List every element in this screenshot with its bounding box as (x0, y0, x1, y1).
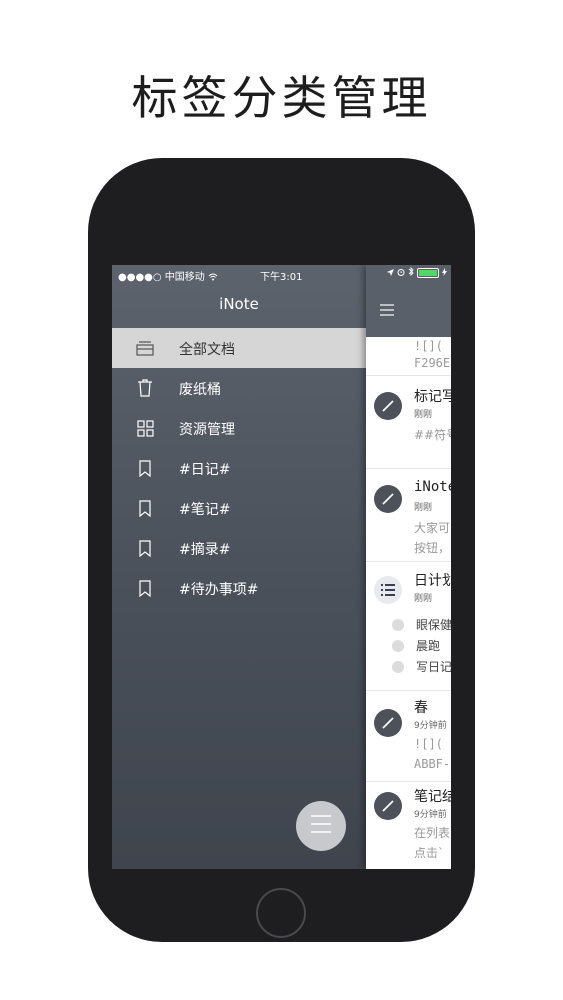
note-title: 日计划 (414, 573, 451, 589)
sidebar-item-all-docs[interactable]: 全部文档 (112, 328, 366, 368)
checkbox[interactable] (392, 639, 404, 652)
list-item[interactable]: 标记写 刚刚 ##符号 (366, 376, 451, 469)
sidebar-item-tag-excerpts[interactable]: #摘录# (112, 528, 366, 568)
home-button[interactable] (256, 888, 306, 938)
battery-icon (417, 268, 439, 278)
list-item[interactable]: ![]( F296E (366, 337, 451, 376)
sidebar-item-label: 废纸桶 (179, 382, 221, 398)
status-time: 下午3:01 (260, 272, 303, 283)
trash-icon (136, 379, 154, 397)
checklist-icon (374, 576, 402, 604)
checklist-item[interactable]: 眼保健 (392, 616, 451, 633)
checkbox[interactable] (392, 618, 404, 631)
bookmark-icon (136, 539, 154, 557)
sidebar-item-tag-todo[interactable]: #待办事项# (112, 568, 366, 608)
alarm-icon (397, 268, 405, 279)
note-time: 刚刚 (414, 503, 433, 513)
list-item[interactable]: iNote 刚刚 大家可 按钮， (366, 469, 451, 562)
tray-icon (136, 339, 154, 357)
note-title: 春 (414, 700, 428, 716)
app-title: iNote (219, 295, 259, 313)
sidebar-item-label: #摘录# (179, 542, 231, 558)
menu-lines-icon (310, 814, 332, 838)
checklist-item[interactable]: 写日记 (392, 658, 451, 675)
note-snippet: 按钮， (414, 541, 451, 555)
pencil-icon (374, 485, 402, 513)
note-time: 9分钟前 (414, 810, 447, 820)
note-snippet: 大家可 (414, 521, 451, 535)
note-title: iNote (414, 479, 451, 495)
location-icon (387, 268, 394, 279)
menu-fab-button[interactable] (296, 801, 346, 851)
note-snippet: 在列表 (414, 826, 451, 840)
note-snippet: F296E (414, 356, 451, 370)
bookmark-icon (136, 579, 154, 597)
note-snippet: ABBF- (414, 757, 451, 771)
note-snippet: ![]( (414, 737, 443, 751)
charging-icon (442, 267, 447, 279)
checklist-item[interactable]: 晨跑 (392, 637, 440, 654)
carrier-signal: ●●●●○ 中国移动 (118, 268, 218, 283)
page-headline: 标签分类管理 (131, 71, 432, 125)
notes-pane[interactable]: ![]( F296E 标记写 刚刚 ##符号 iNote 刚刚 大家可 (366, 265, 451, 869)
phone-screen: ●●●●○ 中国移动 下午3:01 iNote 全部文档 废纸桶 资源管理 #日… (112, 265, 451, 869)
note-title: 笔记结 (414, 789, 451, 805)
note-time: 刚刚 (414, 594, 433, 604)
note-snippet: ##符号 (414, 428, 451, 442)
grid-icon (136, 419, 154, 437)
sidebar-menu: 全部文档 废纸桶 资源管理 #日记# #笔记# #摘录# #待办事项# (112, 328, 366, 608)
sidebar-item-label: 资源管理 (179, 422, 235, 438)
list-item[interactable]: 日计划 刚刚 眼保健 晨跑 写日记 (366, 562, 451, 691)
note-title: 标记写 (414, 389, 451, 405)
sidebar-item-tag-diary[interactable]: #日记# (112, 448, 366, 488)
sidebar: iNote 全部文档 废纸桶 资源管理 #日记# #笔记# #摘录# #待办事项… (112, 265, 366, 869)
list-item[interactable]: 春 9分钟前 ![]( ABBF- (366, 691, 451, 782)
note-time: 刚刚 (414, 410, 433, 420)
note-list: ![]( F296E 标记写 刚刚 ##符号 iNote 刚刚 大家可 (366, 337, 451, 869)
status-right (387, 266, 447, 279)
sidebar-item-label: 全部文档 (179, 342, 235, 358)
bookmark-icon (136, 459, 154, 477)
checkbox[interactable] (392, 660, 404, 673)
note-snippet: 点击` (414, 846, 445, 860)
sidebar-item-label: #日记# (179, 462, 231, 478)
sidebar-item-trash[interactable]: 废纸桶 (112, 368, 366, 408)
sidebar-item-label: #笔记# (179, 502, 231, 518)
pencil-icon (374, 392, 402, 420)
pencil-icon (374, 709, 402, 737)
sidebar-item-label: #待办事项# (179, 582, 259, 598)
bookmark-icon (136, 499, 154, 517)
pencil-icon (374, 792, 402, 820)
bluetooth-icon (408, 266, 414, 279)
sidebar-item-resources[interactable]: 资源管理 (112, 408, 366, 448)
note-snippet: ![]( (414, 339, 443, 353)
status-bar: ●●●●○ 中国移动 下午3:01 (112, 265, 451, 285)
note-time: 9分钟前 (414, 721, 447, 731)
carrier-label: ●●●●○ 中国移动 (118, 272, 205, 283)
hamburger-icon[interactable] (380, 301, 394, 320)
sidebar-item-tag-notes[interactable]: #笔记# (112, 488, 366, 528)
wifi-icon (208, 272, 218, 283)
list-item[interactable]: 笔记结 9分钟前 在列表 点击` (366, 782, 451, 869)
